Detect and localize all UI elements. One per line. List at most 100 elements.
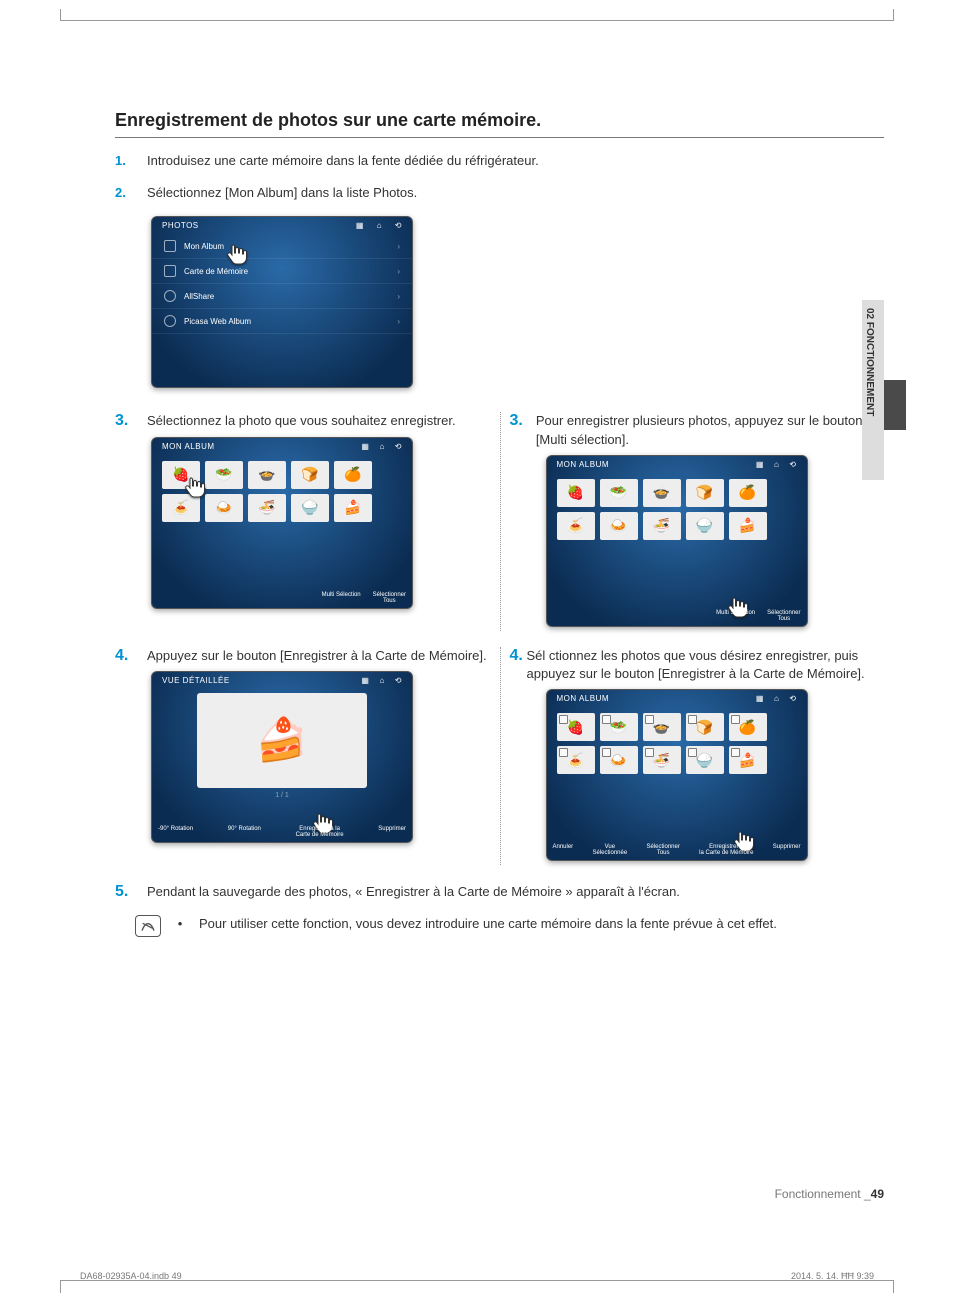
thumbnail-grid: 🍓🥗🍲🍞🍊 🍝🍛🍜🍚🍰: [547, 473, 807, 546]
step-text: Sél ctionnez les photos que vous désirez…: [526, 647, 884, 683]
device-screenshot-photos-list: PHOTOS ▦ ⌂ ⟲ Mon Album› Carte de Mémoire…: [151, 216, 413, 388]
picasa-icon: [164, 315, 176, 327]
device-title: VUE DÉTAILLÉE: [162, 676, 230, 685]
select-all-button: Sélectionner Tous: [373, 592, 406, 604]
device-bottom-bar: Multi Sélection Sélectionner Tous: [553, 610, 801, 622]
device-bottom-bar: Annuler Vue Sélectionnée Sélectionner To…: [553, 844, 801, 856]
checkbox-icon: [645, 715, 654, 724]
grid-icon: ▦: [361, 442, 369, 451]
allshare-icon: [164, 290, 176, 302]
step-text: Introduisez une carte mémoire dans la fe…: [147, 152, 539, 170]
step-number: 4.: [115, 647, 147, 665]
page-title: Enregistrement de photos sur une carte m…: [115, 110, 884, 131]
step-text: Pour enregistrer plusieurs photos, appuy…: [536, 412, 884, 448]
pager-label: 1 / 1: [152, 792, 412, 799]
select-all-button: Sélectionner Tous: [767, 610, 800, 622]
step-3-left: 3. Sélectionnez la photo que vous souhai…: [115, 412, 490, 430]
sdcard-icon: [164, 265, 176, 277]
step-number: 4.: [510, 647, 527, 683]
rotate-neg90-button: -90° Rotation: [158, 826, 193, 838]
list-item: Carte de Mémoire›: [152, 259, 412, 284]
step-number: 3.: [115, 412, 147, 430]
select-all-button: Sélectionner Tous: [646, 844, 679, 856]
device-header-icons: ▦ ⌂ ⟲: [746, 694, 797, 703]
device-header-icons: ▦ ⌂ ⟲: [351, 676, 402, 685]
step-number: 2.: [115, 184, 147, 202]
list-item: Picasa Web Album›: [152, 309, 412, 334]
checkbox-icon: [688, 715, 697, 724]
pointing-hand-icon: [224, 243, 248, 267]
checkbox-icon: [731, 748, 740, 757]
multi-select-button: Multi Sélection: [322, 592, 361, 604]
note-icon: [135, 915, 161, 937]
step-text: Appuyez sur le bouton [Enregistrer à la …: [147, 647, 487, 665]
step-number: 1.: [115, 152, 147, 170]
step-text: Sélectionnez la photo que vous souhaitez…: [147, 412, 456, 430]
device-title: MON ALBUM: [162, 442, 215, 451]
back-icon: ⟲: [395, 221, 402, 230]
step-2: 2. Sélectionnez [Mon Album] dans la list…: [115, 184, 884, 202]
save-to-card-button: Enregistrer à la Carte de Mémoire: [296, 826, 344, 838]
grid-icon: ▦: [361, 676, 369, 685]
grid-icon: ▦: [356, 221, 364, 230]
rotate-pos90-button: 90° Rotation: [228, 826, 261, 838]
device-bottom-bar: Multi Sélection Sélectionner Tous: [158, 592, 406, 604]
grid-icon: ▦: [756, 460, 764, 469]
home-icon: ⌂: [774, 694, 779, 703]
checkbox-icon: [731, 715, 740, 724]
step-text: Pendant la sauvegarde des photos, « Enre…: [147, 883, 680, 901]
note-text: Pour utiliser cette fonction, vous devez…: [199, 915, 777, 933]
back-icon: ⟲: [789, 460, 796, 469]
back-icon: ⟲: [395, 442, 402, 451]
checkbox-icon: [688, 748, 697, 757]
home-icon: ⌂: [774, 460, 779, 469]
device-screenshot-album-select: MON ALBUM ▦⌂⟲ 🍓🥗🍲🍞🍊 🍝🍛🍜🍚🍰 Multi Sélectio…: [151, 437, 413, 609]
step-text: Sélectionnez [Mon Album] dans la liste P…: [147, 184, 417, 202]
indb-timestamp: 2014. 5. 14. ĦĦ 9:39: [791, 1271, 874, 1281]
chevron-right-icon: ›: [397, 317, 400, 326]
step-1: 1. Introduisez une carte mémoire dans la…: [115, 152, 884, 170]
print-metadata: DA68-02935A-04.indb 49 2014. 5. 14. ĦĦ 9…: [80, 1271, 874, 1281]
chevron-right-icon: ›: [397, 267, 400, 276]
title-rule: [115, 137, 884, 138]
checkbox-icon: [645, 748, 654, 757]
back-icon: ⟲: [395, 676, 402, 685]
delete-button: Supprimer: [378, 826, 406, 838]
multi-select-button: Multi Sélection: [716, 610, 755, 622]
device-screenshot-detail-view: VUE DÉTAILLÉE ▦ ⌂ ⟲ 🍰 1 / 1 -90° Rotation …: [151, 671, 413, 843]
device-header-icons: ▦ ⌂ ⟲: [746, 460, 797, 469]
checkbox-icon: [559, 748, 568, 757]
pointing-hand-icon: [182, 476, 206, 500]
chevron-right-icon: ›: [397, 242, 400, 251]
device-header-icons: ▦ ⌂ ⟲: [346, 221, 402, 230]
home-icon: ⌂: [379, 676, 384, 685]
checkbox-icon: [602, 748, 611, 757]
list-item: AllShare›: [152, 284, 412, 309]
step-number: 5.: [115, 883, 147, 901]
step-5: 5. Pendant la sauvegarde des photos, « E…: [115, 883, 884, 901]
grid-icon: ▦: [756, 694, 764, 703]
bullet-icon: •: [173, 915, 187, 933]
step-4-left: 4. Appuyez sur le bouton [Enregistrer à …: [115, 647, 490, 665]
footer-section: Fonctionnement _: [775, 1187, 871, 1201]
thumbnail-grid: 🍓 🥗 🍲 🍞 🍊 🍝 🍛 🍜 🍚 🍰: [547, 707, 807, 780]
device-screenshot-album-checked: MON ALBUM ▦ ⌂ ⟲ 🍓 🥗 🍲 🍞 🍊 🍝 🍛 🍜 🍚 🍰: [546, 689, 808, 861]
step-4-right: 4. Sél ctionnez les photos que vous dési…: [510, 647, 885, 683]
indb-file: DA68-02935A-04.indb 49: [80, 1271, 182, 1281]
save-to-card-button: Enregistrer à la Carte de Mémoire: [699, 844, 753, 856]
device-title: MON ALBUM: [557, 460, 610, 469]
chevron-right-icon: ›: [397, 292, 400, 301]
delete-button: Supprimer: [773, 844, 801, 856]
back-icon: ⟲: [789, 694, 796, 703]
list-item: Mon Album›: [152, 234, 412, 259]
device-screenshot-album-multiselect: MON ALBUM ▦ ⌂ ⟲ 🍓🥗🍲🍞🍊 🍝🍛🍜🍚🍰 Multi Sélectio…: [546, 455, 808, 627]
device-title: MON ALBUM: [557, 694, 610, 703]
photo-preview: 🍰: [197, 693, 367, 788]
checkbox-icon: [559, 715, 568, 724]
checkbox-icon: [602, 715, 611, 724]
album-icon: [164, 240, 176, 252]
cancel-button: Annuler: [553, 844, 574, 856]
device-header-icons: ▦⌂⟲: [351, 442, 402, 451]
page-footer: Fonctionnement _49: [775, 1187, 884, 1201]
device-bottom-bar: -90° Rotation 90° Rotation Enregistrer à…: [158, 826, 406, 838]
